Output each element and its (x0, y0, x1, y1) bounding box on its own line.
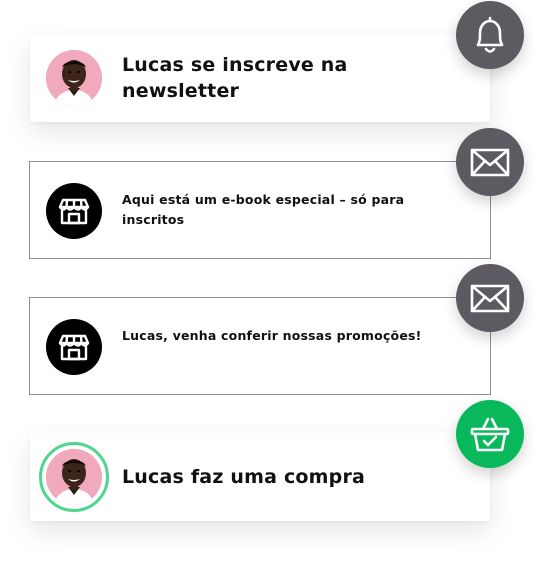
step-text: Aqui está um e-book especial – só para i… (122, 192, 405, 227)
avatar (46, 50, 102, 106)
step-text: Lucas, venha conferir nossas promoções! (122, 328, 422, 343)
avatar (46, 449, 102, 505)
step-text: Lucas faz uma compra (122, 466, 366, 488)
step-card-ebook: Aqui está um e-book especial – só para i… (29, 161, 491, 259)
step-text: Lucas se inscreve na newsletter (122, 54, 348, 102)
mail-icon (456, 128, 524, 196)
step-card-subscribe: Lucas se inscreve na newsletter (30, 35, 490, 122)
mail-icon (456, 264, 524, 332)
store-icon (46, 319, 102, 375)
bell-icon (456, 1, 524, 69)
store-icon (46, 183, 102, 239)
step-card-purchase: Lucas faz uma compra (30, 433, 490, 521)
step-card-promotions: Lucas, venha conferir nossas promoções! (29, 297, 491, 395)
basket-check-icon (456, 400, 524, 468)
